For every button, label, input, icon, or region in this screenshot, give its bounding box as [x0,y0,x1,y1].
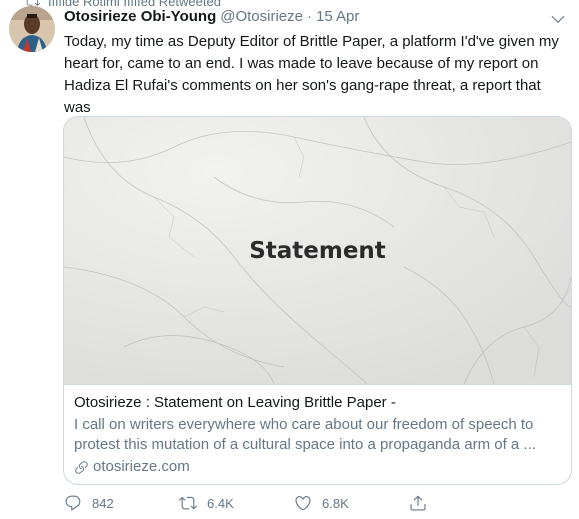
card-image-caption: Statement [249,238,386,264]
reply-button[interactable]: 842 [64,494,179,512]
card-description: I call on writers everywhere who care ab… [74,415,561,455]
more-options-caret[interactable] [549,10,567,28]
card-domain: otosirieze.com [74,457,561,477]
separator-dot: · [306,8,312,25]
reply-count: 842 [92,495,114,511]
user-handle[interactable]: @Otosirieze [220,8,303,25]
social-context[interactable]: Ifffide Rotimi Iffffed Retweeted [26,0,221,9]
share-button[interactable] [409,494,524,512]
tweet-actions: 842 6.4K 6.8K [64,492,524,514]
like-icon [295,496,311,511]
card-body[interactable]: Otosirieze : Statement on Leaving Brittl… [64,384,571,484]
card-domain-text: otosirieze.com [93,458,190,475]
retweet-icon [179,496,197,510]
like-count: 6.8K [322,495,349,511]
tweet-timestamp[interactable]: 15 Apr [316,8,359,25]
card-title: Otosirieze : Statement on Leaving Brittl… [74,394,396,411]
retweet-button[interactable]: 6.4K [179,494,294,512]
share-icon [410,495,426,511]
retweet-count: 6.4K [207,495,234,511]
avatar[interactable] [9,6,55,52]
like-button[interactable]: 6.8K [294,494,409,512]
display-name[interactable]: Otosirieze Obi-Young [64,8,216,25]
link-card[interactable]: Statement Otosirieze : Statement on Leav… [63,116,572,485]
card-description-line: I call on writers everywhere who care ab… [74,416,534,433]
caret-down-icon [551,15,565,23]
link-icon [75,460,88,474]
card-description-line: protest this mutation of a cultural spac… [74,436,536,453]
card-image[interactable]: Statement [64,117,571,384]
tweet-header: Otosirieze Obi-Young @Otosirieze · 15 Ap… [64,8,359,25]
reply-icon [65,495,81,511]
